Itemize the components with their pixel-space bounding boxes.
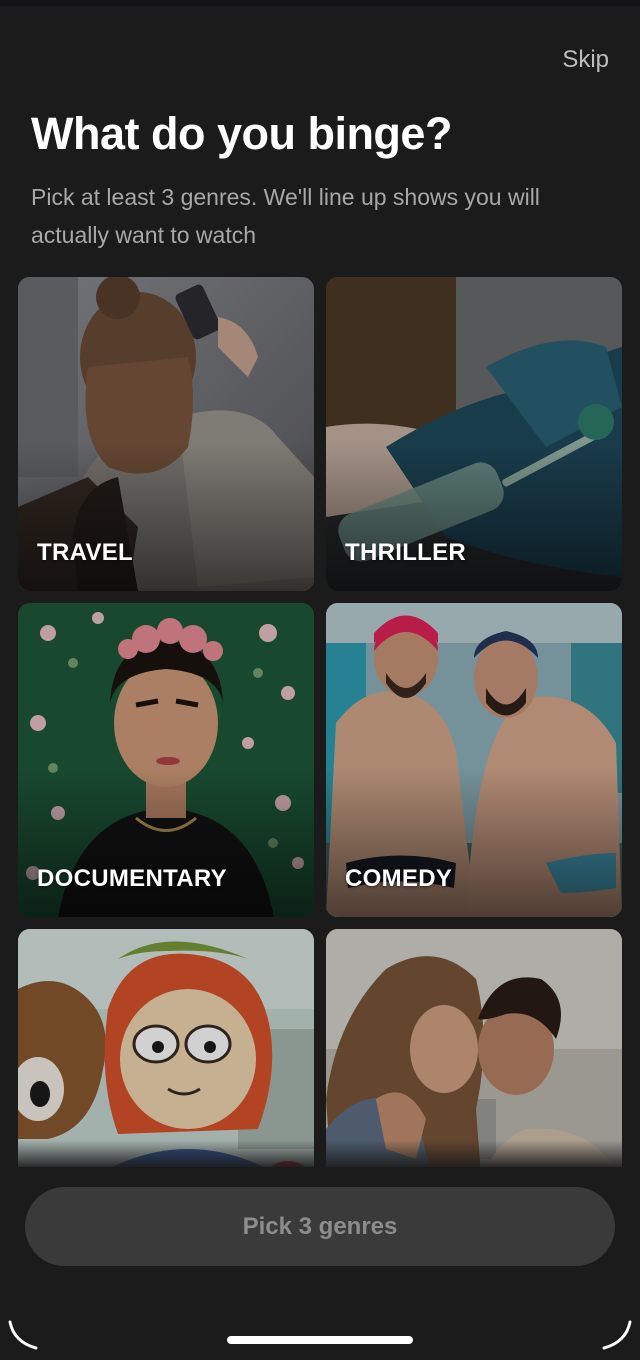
genre-card-romance[interactable] bbox=[326, 929, 622, 1167]
card-dim-overlay bbox=[18, 929, 314, 1167]
status-bar bbox=[0, 0, 640, 6]
home-indicator[interactable] bbox=[227, 1336, 413, 1344]
genre-label: THRILLER bbox=[345, 539, 467, 566]
genre-card-animated[interactable] bbox=[18, 929, 314, 1167]
genre-card-travel[interactable]: TRAVEL bbox=[18, 277, 314, 591]
onboarding-genre-screen: Skip What do you binge? Pick at least 3 … bbox=[0, 0, 640, 1360]
scroll-fade bbox=[0, 1140, 640, 1170]
genre-card-thriller[interactable]: THRILLER bbox=[326, 277, 622, 591]
card-gradient bbox=[326, 441, 622, 591]
skip-button[interactable]: Skip bbox=[562, 46, 609, 74]
screen-corner-right-icon bbox=[602, 1320, 632, 1350]
genre-label: COMEDY bbox=[345, 865, 453, 892]
page-subtitle: Pick at least 3 genres. We'll line up sh… bbox=[31, 184, 540, 248]
pick-genres-button[interactable]: Pick 3 genres bbox=[25, 1187, 615, 1266]
genre-card-comedy[interactable]: COMEDY bbox=[326, 603, 622, 917]
genre-card-documentary[interactable]: DOCUMENTARY bbox=[18, 603, 314, 917]
card-dim-overlay bbox=[326, 929, 622, 1167]
genre-grid[interactable]: TRAVEL THRILLER DOCUMENTARY COMEDY bbox=[18, 277, 622, 1167]
screen-corner-left-icon bbox=[8, 1320, 38, 1350]
card-gradient bbox=[18, 767, 314, 917]
genre-label: TRAVEL bbox=[37, 539, 134, 566]
page-title: What do you binge? bbox=[31, 108, 452, 159]
card-gradient bbox=[326, 767, 622, 917]
genre-label: DOCUMENTARY bbox=[37, 865, 227, 892]
card-gradient bbox=[18, 441, 314, 591]
